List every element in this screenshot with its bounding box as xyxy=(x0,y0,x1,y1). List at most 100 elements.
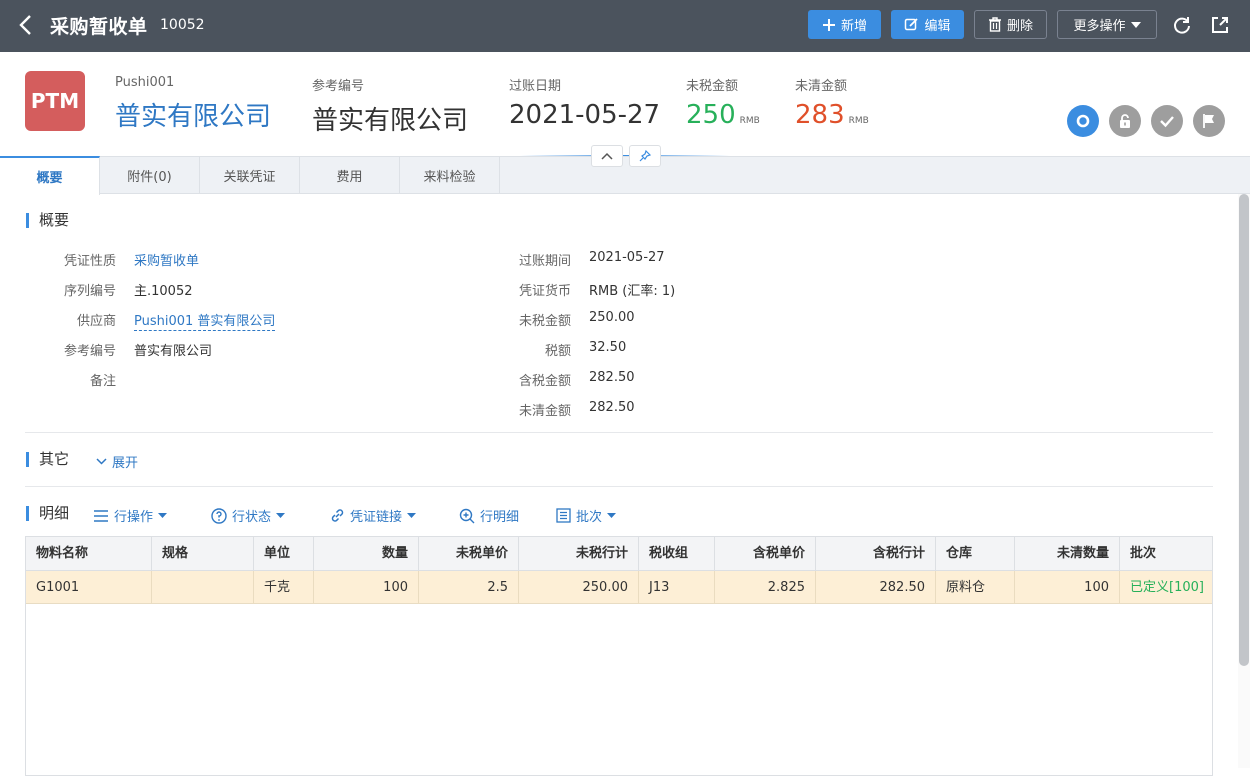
check-icon[interactable] xyxy=(1151,105,1183,137)
add-button[interactable]: 新增 xyxy=(808,10,881,39)
reference-value: 普实有限公司 xyxy=(312,106,469,136)
reference-label: 参考编号 xyxy=(312,79,365,94)
row-operations-button[interactable]: 行操作 xyxy=(93,506,168,525)
more-actions-button[interactable]: 更多操作 xyxy=(1057,10,1157,39)
table-cell: 100 xyxy=(314,571,419,604)
status-open-icon[interactable] xyxy=(1067,105,1099,137)
edit-button-label: 编辑 xyxy=(924,19,951,34)
flag-icon[interactable] xyxy=(1193,105,1225,137)
table-cell: 100 xyxy=(1015,571,1120,604)
currency-value: RMB (汇率: 1) xyxy=(589,284,676,299)
column-header[interactable]: 未税单价 xyxy=(419,537,519,571)
overview-section-title: 概要 xyxy=(26,213,69,228)
field-label: 参考编号 xyxy=(63,344,116,359)
column-header[interactable]: 单位 xyxy=(254,537,314,571)
tab-expenses[interactable]: 费用 xyxy=(300,156,400,194)
untaxed-amount-field: 未税金额 250 RMB xyxy=(686,75,760,130)
column-header[interactable]: 未清数量 xyxy=(1015,537,1120,571)
list-icon xyxy=(94,509,108,522)
voucher-type-link[interactable]: 采购暂收单 xyxy=(134,250,199,269)
taxed-value: 282.50 xyxy=(589,370,635,385)
refresh-icon[interactable] xyxy=(1171,14,1193,36)
table-header: 物料名称 规格 单位 数量 未税单价 未税行计 税收组 含税单价 含税行计 仓库… xyxy=(26,537,1212,571)
column-header[interactable]: 税收组 xyxy=(639,537,715,571)
section-divider xyxy=(25,432,1213,433)
table-cell: 2.825 xyxy=(715,571,816,604)
page-title: 采购暂收单 xyxy=(50,16,148,38)
row-status-label: 行状态 xyxy=(232,510,272,525)
tab-attachments[interactable]: 附件(0) xyxy=(100,156,200,194)
scrollbar-thumb[interactable] xyxy=(1239,194,1249,666)
batch-defined-link[interactable]: 已定义[100] xyxy=(1120,571,1212,604)
table-cell: 250.00 xyxy=(519,571,639,604)
untaxed-amount-label: 未税金额 xyxy=(686,79,739,94)
row-operations-label: 行操作 xyxy=(114,510,154,525)
detail-table: 物料名称 规格 单位 数量 未税单价 未税行计 税收组 含税单价 含税行计 仓库… xyxy=(25,536,1213,776)
pin-header-button[interactable] xyxy=(629,145,661,167)
posting-date-field: 过账日期 2021-05-27 xyxy=(509,75,660,130)
field-label: 序列编号 xyxy=(63,284,116,299)
tab-linked-documents[interactable]: 关联凭证 xyxy=(200,156,300,194)
edit-button[interactable]: 编辑 xyxy=(891,10,964,39)
question-circle-icon xyxy=(211,507,227,524)
open-amount-number: 283 xyxy=(795,100,845,130)
column-header[interactable]: 物料名称 xyxy=(26,537,152,571)
plus-icon xyxy=(822,18,835,31)
document-number: 10052 xyxy=(160,17,205,33)
field-label: 过账期间 xyxy=(518,254,571,269)
open-value: 282.50 xyxy=(589,400,635,415)
open-amount-field: 未清金额 283 RMB xyxy=(795,75,869,130)
supplier-code: Pushi001 xyxy=(115,75,175,90)
collapse-header-button[interactable] xyxy=(591,145,623,167)
table-cell: 原料仓 xyxy=(936,571,1015,604)
table-cell: 千克 xyxy=(254,571,314,604)
column-header[interactable]: 批次 xyxy=(1120,537,1212,571)
row-status-button[interactable]: 行状态 xyxy=(211,506,286,525)
lock-icon[interactable] xyxy=(1109,105,1141,137)
expand-button[interactable]: 展开 xyxy=(96,452,138,471)
header-divider xyxy=(520,155,730,156)
back-icon[interactable] xyxy=(16,13,36,37)
open-amount-value: 283 RMB xyxy=(795,100,869,130)
link-icon xyxy=(331,509,344,522)
column-header[interactable]: 未税行计 xyxy=(519,537,639,571)
column-header[interactable]: 含税行计 xyxy=(816,537,936,571)
trash-icon xyxy=(988,17,1001,32)
field-label: 未税金额 xyxy=(518,314,571,329)
tab-incoming-inspection[interactable]: 来料检验 xyxy=(400,156,500,194)
tax-value: 32.50 xyxy=(589,340,627,355)
untaxed-value: 250.00 xyxy=(589,310,635,325)
export-icon[interactable] xyxy=(1209,14,1231,36)
caret-down-icon xyxy=(607,513,617,518)
tab-overview[interactable]: 概要 xyxy=(0,156,100,195)
field-label: 含税金额 xyxy=(518,374,571,389)
row-detail-button[interactable]: 行明细 xyxy=(459,506,519,525)
untaxed-amount-unit: RMB xyxy=(739,116,760,126)
row-detail-label: 行明细 xyxy=(480,510,520,525)
column-header[interactable]: 规格 xyxy=(152,537,254,571)
field-label: 供应商 xyxy=(76,314,116,329)
supplier-link[interactable]: Pushi001 普实有限公司 xyxy=(134,310,276,331)
caret-down-icon xyxy=(276,513,286,518)
field-label: 凭证性质 xyxy=(63,254,116,269)
column-header[interactable]: 仓库 xyxy=(936,537,1015,571)
top-bar: 采购暂收单 10052 新增 编辑 删除 更多操作 xyxy=(0,0,1250,52)
supplier-name[interactable]: 普实有限公司 xyxy=(115,96,271,133)
detail-section-title: 明细 xyxy=(26,506,69,521)
supplier-field: Pushi001 普实有限公司 xyxy=(115,75,271,133)
pin-icon xyxy=(639,150,651,162)
table-cell xyxy=(152,571,254,604)
serial-number-value: 主.10052 xyxy=(134,284,193,299)
document-logo: PTM xyxy=(25,71,85,131)
delete-button[interactable]: 删除 xyxy=(974,10,1047,39)
more-actions-label: 更多操作 xyxy=(1073,19,1126,34)
column-header[interactable]: 含税单价 xyxy=(715,537,816,571)
table-row[interactable]: G1001 千克 100 2.5 250.00 J13 2.825 282.50… xyxy=(26,571,1212,604)
field-label: 未清金额 xyxy=(518,404,571,419)
table-cell: 282.50 xyxy=(816,571,936,604)
column-header[interactable]: 数量 xyxy=(314,537,419,571)
batch-button[interactable]: 批次 xyxy=(556,506,617,525)
voucher-link-button[interactable]: 凭证链接 xyxy=(330,506,417,525)
caret-down-icon xyxy=(158,513,168,518)
open-amount-unit: RMB xyxy=(848,116,869,126)
